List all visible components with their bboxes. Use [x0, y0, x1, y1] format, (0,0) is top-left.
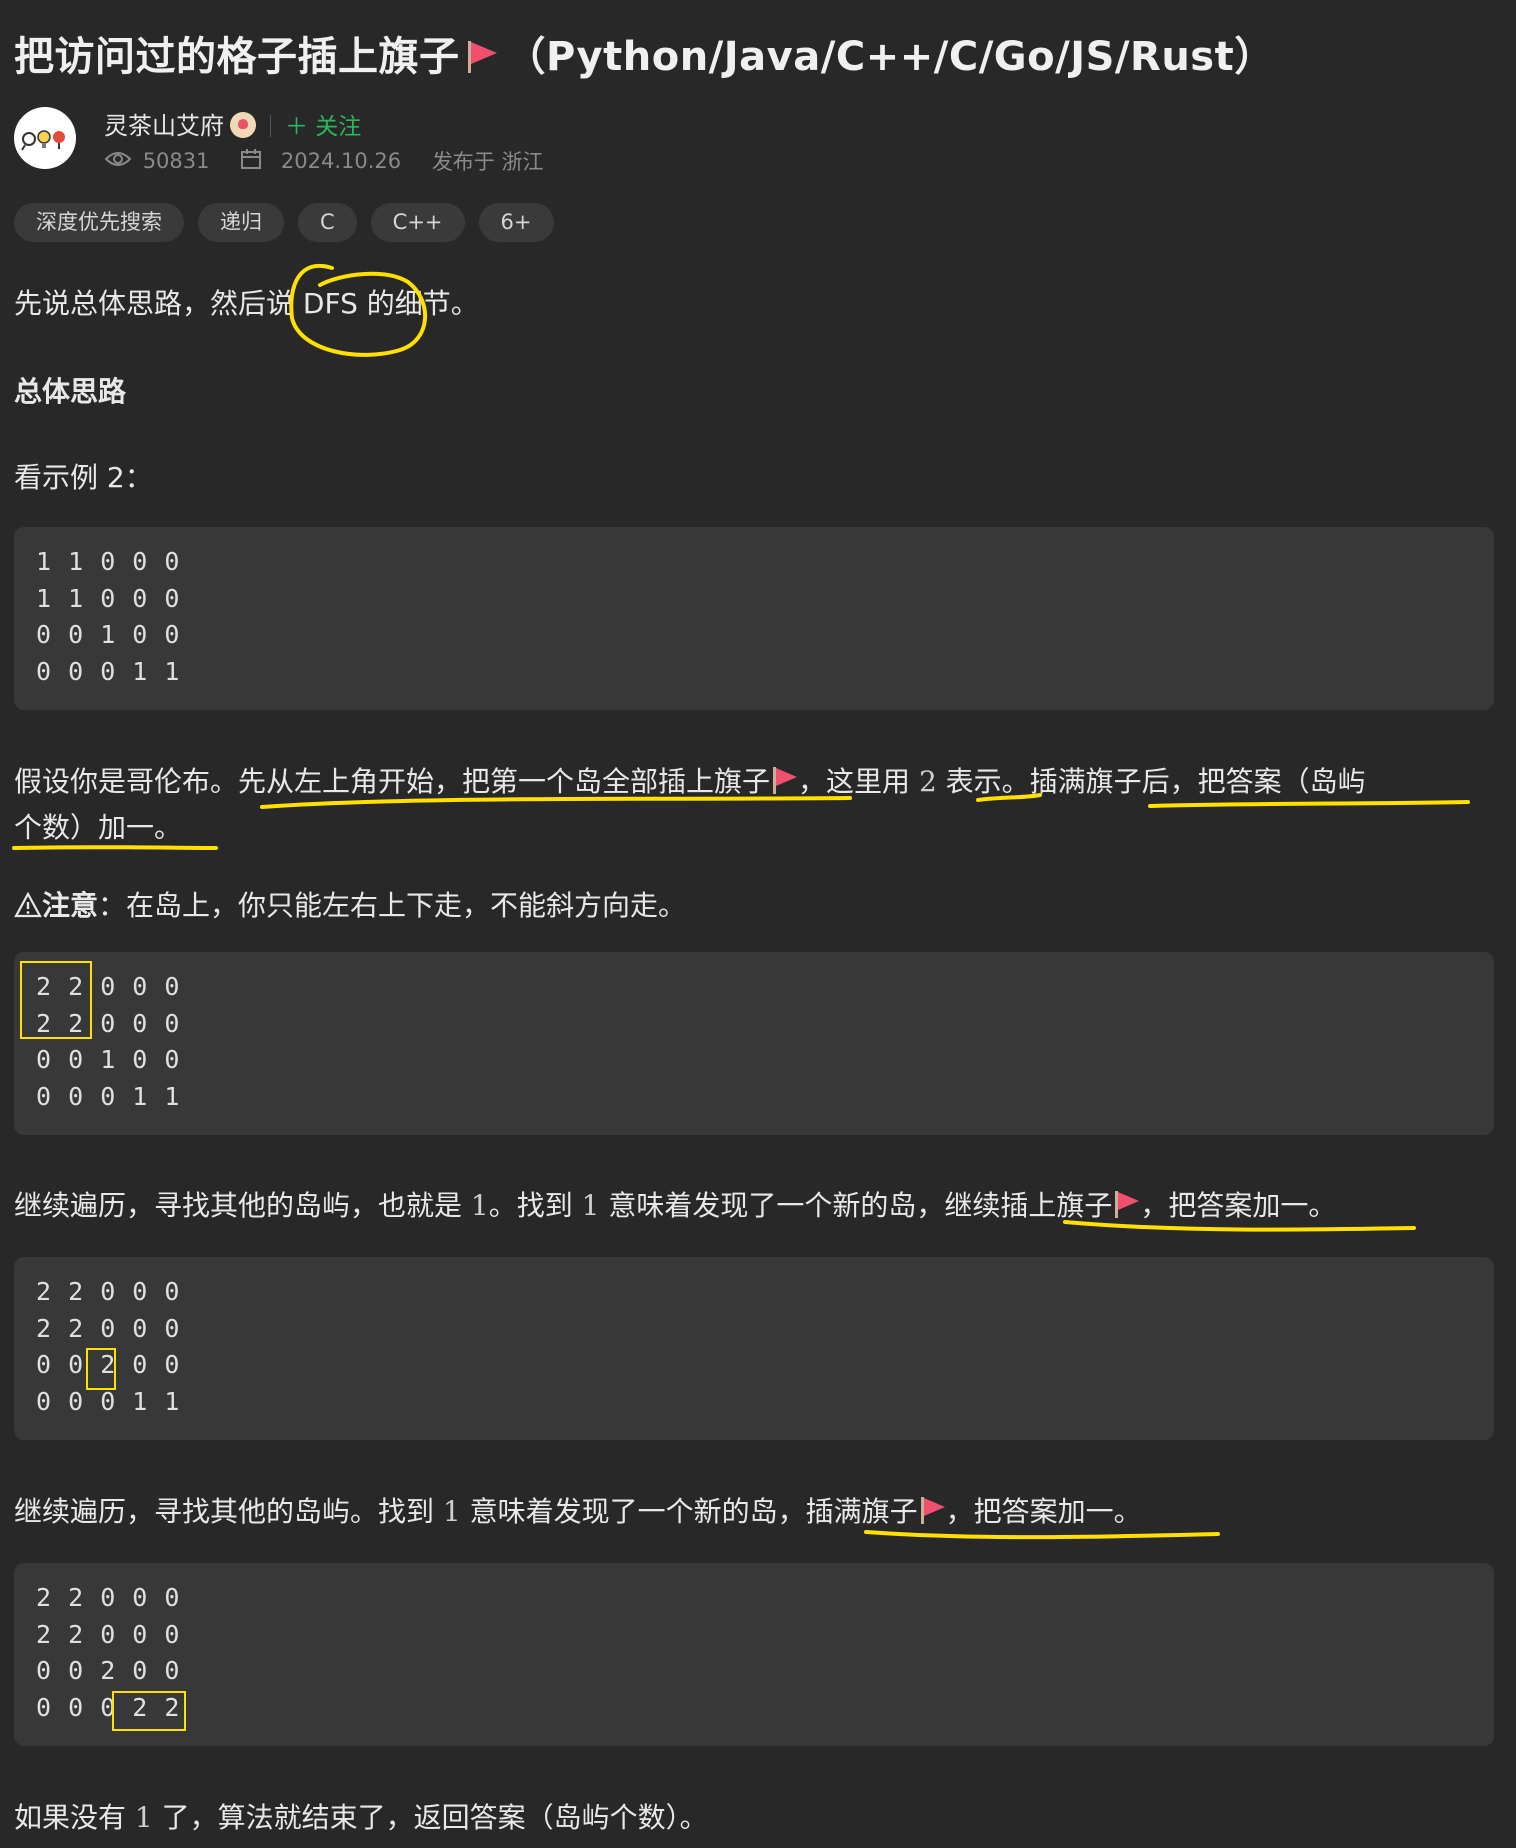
highlight-box [86, 1348, 116, 1390]
paragraph-2: 继续遍历，寻找其他的岛屿，也就是 1。找到 1 意味着发现了一个新的岛，继续插上… [14, 1184, 1336, 1224]
calendar-icon [240, 148, 262, 175]
post-meta: 50831 2024.10.26 发布于 浙江 [104, 146, 544, 176]
para2-text-d: ，把答案加一。 [1140, 1189, 1337, 1222]
avatar[interactable] [14, 107, 76, 169]
code-block-1: 1 1 0 0 0 1 1 0 0 0 0 0 1 0 0 0 0 0 1 1 [14, 527, 1494, 710]
tag-dfs[interactable]: 深度优先搜索 [14, 203, 184, 242]
author-name[interactable]: 灵茶山艾府 [104, 112, 224, 140]
para1-text-a: 假设你是哥伦布。先从左上角开始，把第一个岛全部插上旗子 [14, 765, 771, 798]
para2-number-2: 1 [581, 1189, 600, 1222]
para4-text-b: 了，算法就结束了，返回答案（岛屿个数）。 [161, 1801, 708, 1834]
grid-row: 1 1 0 0 0 [36, 584, 181, 613]
flag-icon [467, 41, 497, 73]
para3-text-c: ，把答案加一。 [945, 1495, 1142, 1528]
para3-number: 1 [442, 1495, 461, 1528]
para2-text-b: 。找到 [488, 1189, 573, 1222]
note-bold: 注意 [42, 889, 99, 922]
para2-text-c: 意味着发现了一个新的岛，继续插上旗子 [608, 1189, 1113, 1222]
section-title: 总体思路 [14, 375, 127, 408]
grid-row: 0 0 1 0 0 [36, 1045, 181, 1074]
note-body: ：在岛上，你只能左右上下走，不能斜方向走。 [98, 889, 687, 922]
para1-text-b: ，这里用 [798, 765, 911, 798]
grid-row: 2 2 0 0 0 [36, 1583, 181, 1612]
grid-row: 2 2 0 0 0 [36, 1277, 181, 1306]
tag-more[interactable]: 6+ [478, 203, 554, 242]
publish-location: 发布于 浙江 [431, 150, 544, 174]
paragraph-3: 继续遍历，寻找其他的岛屿。找到 1 意味着发现了一个新的岛，插满旗子 ，把答案加一… [14, 1490, 1142, 1530]
highlight-box [20, 961, 92, 1039]
underline-annotation [12, 845, 218, 850]
divider [270, 115, 271, 137]
example-label: 看示例 2： [14, 461, 153, 494]
view-count: 50831 [142, 149, 210, 173]
author-row: 灵茶山艾府 ＋ 关注 [104, 106, 361, 141]
page-title: 把访问过的格子插上旗子 （Python/Java/C++/C/Go/JS/Rust… [14, 24, 1275, 82]
underline-annotation [1148, 800, 1470, 808]
tag-recursion[interactable]: 递归 [198, 203, 284, 242]
para2-text-a: 继续遍历，寻找其他的岛屿，也就是 [14, 1189, 463, 1222]
para4-text-a: 如果没有 [14, 1801, 127, 1834]
para1-number: 2 [918, 765, 937, 798]
eye-icon [104, 149, 132, 174]
code-block-4: 2 2 0 0 0 2 2 0 0 0 0 0 2 0 0 0 0 0 2 2 [14, 1563, 1494, 1746]
grid-row: 0 0 0 1 1 [36, 1387, 181, 1416]
flag-icon [773, 767, 798, 794]
para4-number: 1 [134, 1801, 153, 1834]
highlight-box [112, 1691, 186, 1731]
grid-row: 2 2 0 0 0 [36, 1620, 181, 1649]
grid-row: 0 0 2 0 0 [36, 1656, 181, 1685]
grid-row: 1 1 0 0 0 [36, 547, 181, 576]
intro-text: 先说总体思路，然后说 DFS 的细节。 [14, 287, 479, 320]
author-badge-icon [230, 112, 256, 138]
code-block-2: 2 2 0 0 0 2 2 0 0 0 0 0 1 0 0 0 0 0 1 1 [14, 952, 1494, 1135]
paragraph-4: 如果没有 1 了，算法就结束了，返回答案（岛屿个数）。 [14, 1796, 708, 1836]
para1-text-c: 表示。插满旗子后，把答案（岛屿 [945, 765, 1366, 798]
publish-date: 2024.10.26 [280, 149, 402, 173]
tag-list: 深度优先搜索 递归 C C++ 6+ [14, 203, 554, 242]
tag-cpp[interactable]: C++ [370, 203, 465, 242]
code-block-3: 2 2 0 0 0 2 2 0 0 0 0 0 2 0 0 0 0 0 1 1 [14, 1257, 1494, 1440]
para3-text-b: 意味着发现了一个新的岛，插满旗子 [469, 1495, 918, 1528]
underline-annotation [864, 1530, 1220, 1540]
warning-icon [14, 889, 42, 922]
note-text: 注意：在岛上，你只能左右上下走，不能斜方向走。 [14, 884, 686, 924]
grid-row: 2 2 0 0 0 [36, 1314, 181, 1343]
title-langs: （Python/Java/C++/C/Go/JS/Rust） [505, 34, 1275, 80]
para2-number-1: 1 [470, 1189, 489, 1222]
flag-icon [1115, 1191, 1140, 1218]
paragraph-1-line-1: 假设你是哥伦布。先从左上角开始，把第一个岛全部插上旗子 ，这里用 2 表示。插满旗… [14, 760, 1366, 800]
grid-row: 0 0 0 1 1 [36, 657, 181, 686]
paragraph-1-line-2: 个数）加一。 [14, 811, 183, 844]
follow-button[interactable]: ＋ 关注 [285, 114, 361, 140]
flag-icon [920, 1497, 945, 1524]
grid-row: 0 0 1 0 0 [36, 620, 181, 649]
grid-row: 0 0 0 1 1 [36, 1082, 181, 1111]
title-main: 把访问过的格子插上旗子 [14, 34, 460, 80]
tag-c[interactable]: C [298, 203, 357, 242]
para3-text-a: 继续遍历，寻找其他的岛屿。找到 [14, 1495, 435, 1528]
